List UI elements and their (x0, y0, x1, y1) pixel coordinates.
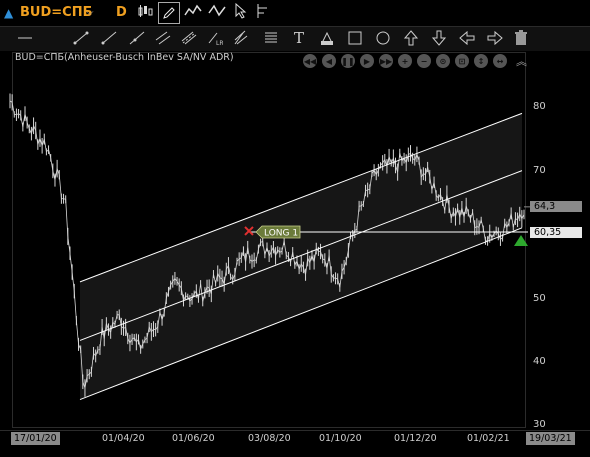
trend-line-icon[interactable] (70, 27, 92, 49)
y-tick-80: 80 (533, 101, 546, 112)
wave-icon[interactable] (208, 3, 226, 23)
arrow-left-icon[interactable] (456, 27, 478, 49)
zoom-box-icon[interactable]: ⊡ (455, 54, 469, 68)
pitchfork-icon[interactable] (230, 27, 252, 49)
x-first-date: 17/01/20 (11, 432, 60, 445)
svg-text:LR: LR (216, 40, 223, 46)
price-chart[interactable]: LONG 1 (0, 52, 590, 428)
arrow-right-icon[interactable] (484, 27, 506, 49)
price-label-icon[interactable] (316, 27, 338, 49)
channel-middle-line (79, 170, 523, 341)
symbol-selector[interactable]: BUD=СПБ (20, 3, 92, 23)
ellipse-icon[interactable] (372, 27, 394, 49)
extended-line-icon[interactable] (126, 27, 148, 49)
x-tick-label: 01/04/20 (102, 433, 145, 444)
zoom-fit-icon[interactable]: ⊙ (436, 54, 450, 68)
y-tick-40: 40 (533, 356, 546, 367)
y-tick-70: 70 (533, 165, 546, 176)
arrow-up-icon[interactable] (400, 27, 422, 49)
x-tick-label: 01/02/21 (467, 433, 510, 444)
position-price-box: 60,35 (530, 227, 582, 238)
drawing-toolbar: LR T (0, 27, 590, 51)
y-tick-50: 50 (533, 293, 546, 304)
rectangle-icon[interactable] (344, 27, 366, 49)
x-tick-label: 01/10/20 (319, 433, 362, 444)
pause-icon[interactable]: ❚❚ (341, 54, 355, 68)
chart-area[interactable]: LONG 1 (0, 52, 590, 428)
x-tick-label: 01/06/20 (172, 433, 215, 444)
x-tick-label: 03/08/20 (248, 433, 291, 444)
fan-icon[interactable] (260, 27, 282, 49)
zoom-out-icon[interactable]: − (417, 54, 431, 68)
zoom-in-icon[interactable]: + (398, 54, 412, 68)
order-ladder-icon[interactable] (255, 3, 269, 23)
scroll-last-icon[interactable]: ▶▶ (379, 54, 393, 68)
ray-line-icon[interactable] (98, 27, 120, 49)
candlestick-icon[interactable] (137, 3, 153, 23)
scroll-right-icon[interactable]: ▶ (360, 54, 374, 68)
arrow-down-icon[interactable] (428, 27, 450, 49)
y-tick-30: 30 (533, 419, 546, 430)
x-axis: 17/01/20 01/04/20 01/06/20 03/08/20 01/1… (0, 430, 590, 457)
x-last-date: 19/03/21 (526, 432, 575, 445)
text-icon[interactable]: T (288, 27, 310, 49)
pencil-icon[interactable] (158, 2, 180, 24)
chevron-down-icon[interactable]: ⌵ (86, 3, 94, 23)
last-price-box: 64,3 (530, 201, 582, 212)
fibonacci-icon[interactable]: LR (204, 27, 226, 49)
trash-icon[interactable] (510, 27, 532, 49)
chart-title: BUD=СПБ(Anheuser-Busch InBev SA/NV ADR) (15, 52, 234, 63)
parallel-channel-icon[interactable] (152, 27, 174, 49)
series-icon[interactable] (184, 3, 202, 23)
buy-arrow-icon (514, 234, 528, 246)
scroll-first-icon[interactable]: ◀◀ (303, 54, 317, 68)
fit-horizontal-icon[interactable]: ↔ (493, 54, 507, 68)
horizontal-line-icon[interactable] (14, 27, 36, 49)
x-tick-label: 01/12/20 (394, 433, 437, 444)
scroll-left-icon[interactable]: ◀ (322, 54, 336, 68)
symbol-triangle-icon[interactable]: ▲ (4, 3, 13, 23)
long-position-label: LONG 1 (264, 228, 298, 238)
timeframe-selector[interactable]: D (116, 3, 127, 23)
top-toolbar: ▲ BUD=СПБ ⌵ D (0, 0, 590, 27)
collapse-up-icon[interactable]: ︽ (516, 53, 527, 69)
fit-vertical-icon[interactable]: ↕ (474, 54, 488, 68)
cursor-icon[interactable] (234, 2, 248, 23)
regression-channel-icon[interactable] (178, 27, 200, 49)
